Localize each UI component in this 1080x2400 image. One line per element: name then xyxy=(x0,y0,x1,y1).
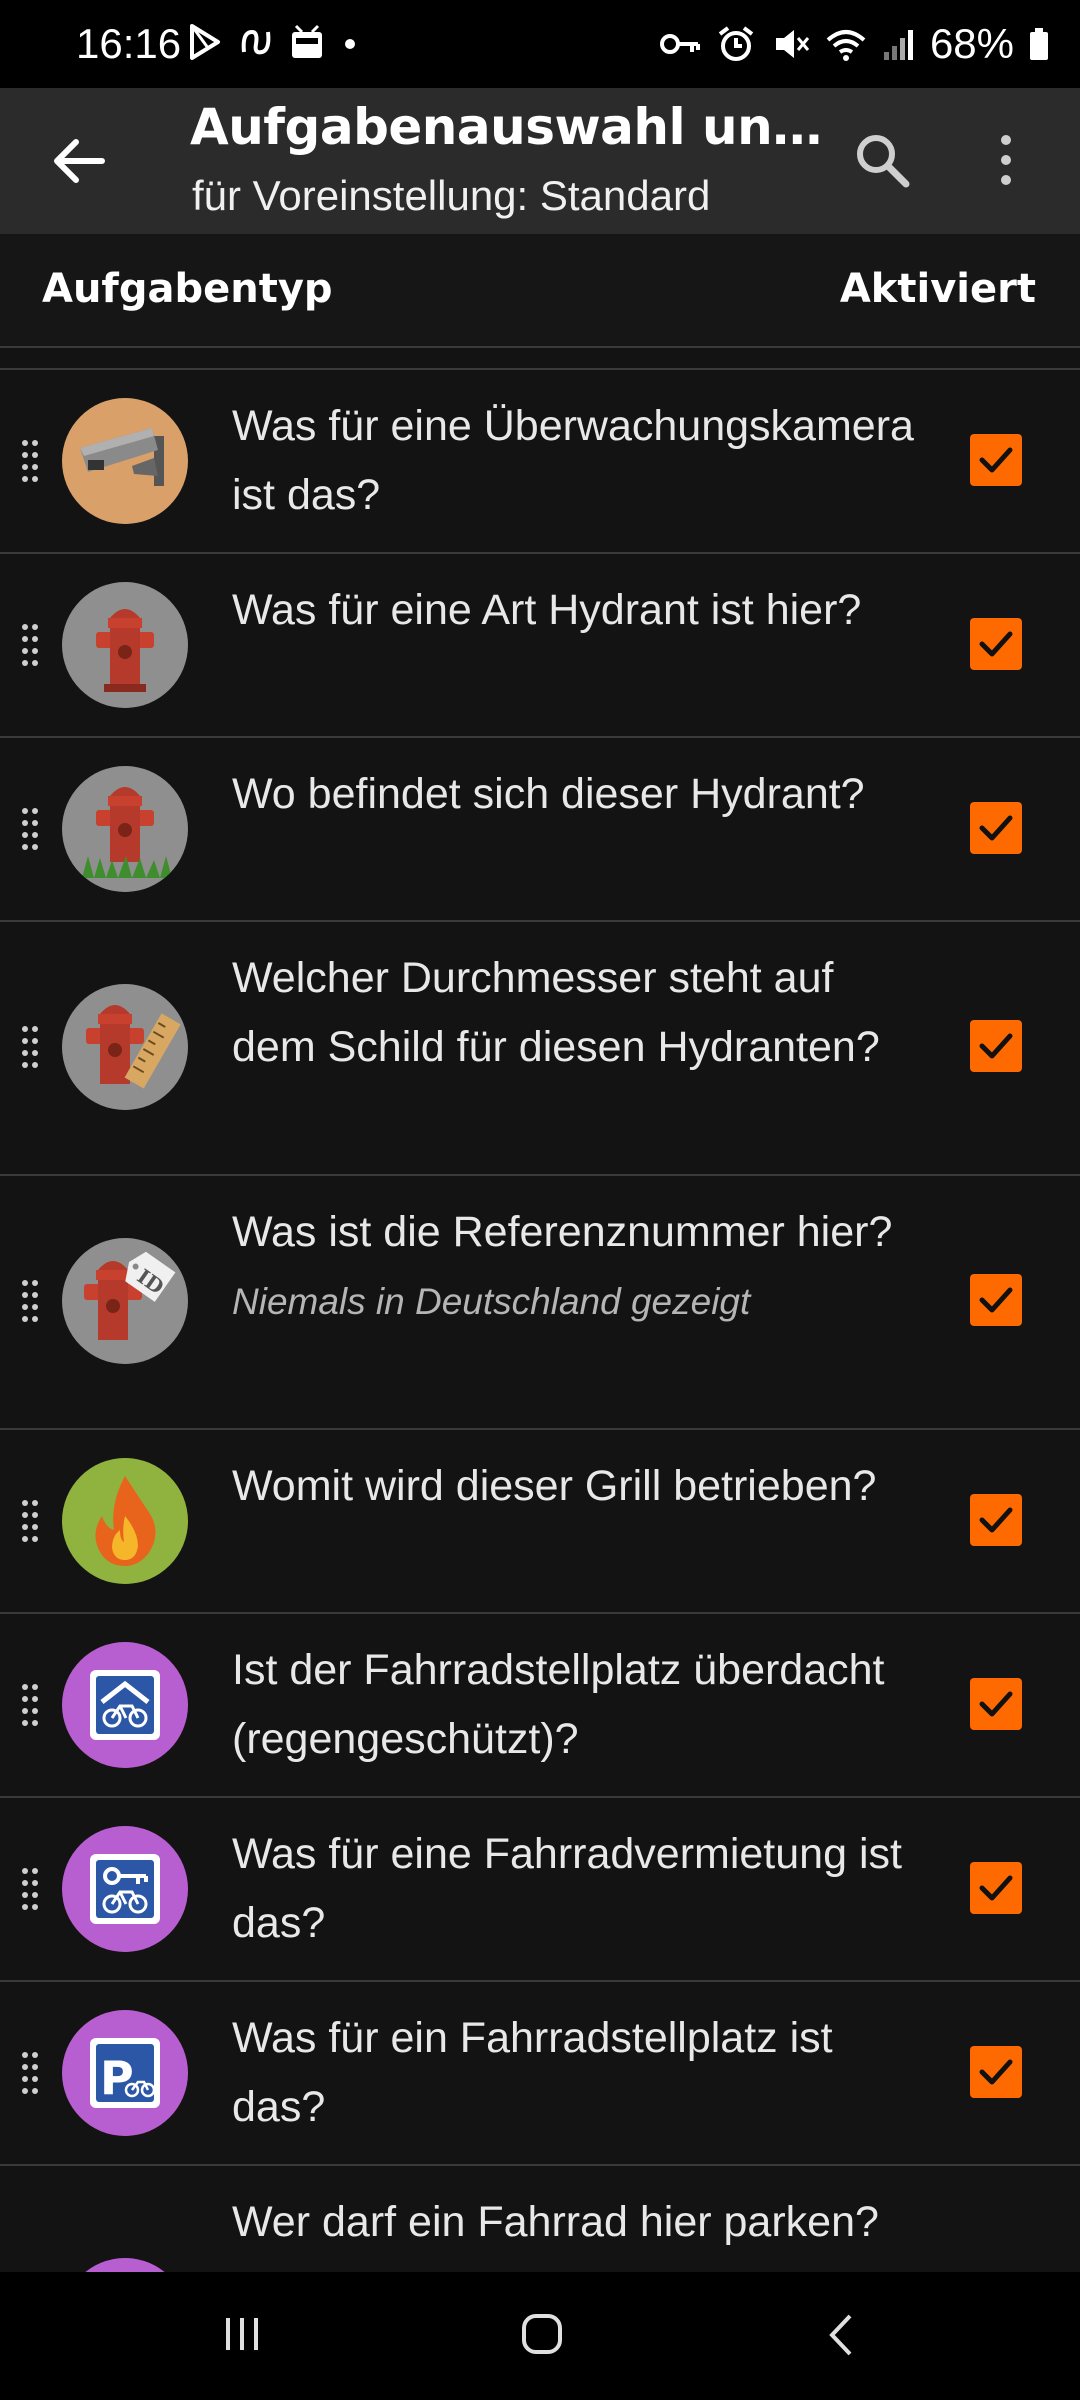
alarm-icon xyxy=(718,26,754,61)
fire-hydrant-grass-icon xyxy=(62,766,188,892)
enabled-checkbox[interactable] xyxy=(970,618,1022,670)
page-title: Aufgabenauswahl und -rei… xyxy=(190,98,830,156)
column-header-enabled: Aktiviert xyxy=(839,266,1036,312)
enabled-checkbox[interactable] xyxy=(970,802,1022,854)
list-item[interactable]: P Was für ein Fahrradstellplatz ist das? xyxy=(0,1982,1080,2166)
notification-icon xyxy=(241,29,271,55)
dot-icon xyxy=(345,39,355,49)
enabled-checkbox[interactable] xyxy=(970,1862,1022,1914)
drag-handle-icon[interactable] xyxy=(20,1682,40,1728)
battery-percent: 68% xyxy=(929,20,1014,67)
battery-icon xyxy=(1030,28,1048,60)
list-item-text: Was für eine Art Hydrant ist hier? xyxy=(232,586,862,634)
list-item-text: Ist der Fahrradstellplatz überdacht (reg… xyxy=(232,1646,885,1763)
back-arrow-icon[interactable] xyxy=(44,126,114,196)
list-item[interactable]: Was für eine Fahrradvermietung ist das? xyxy=(0,1798,1080,1982)
recent-apps-icon[interactable] xyxy=(222,2314,262,2354)
status-right: 68% xyxy=(658,20,1050,68)
app-icon xyxy=(292,24,322,58)
drag-handle-icon[interactable] xyxy=(20,806,40,852)
bicycle-rental-icon xyxy=(62,1826,188,1952)
status-bar: 16:16 68% xyxy=(0,0,1080,88)
signal-icon xyxy=(883,30,913,60)
app-bar: Aufgabenauswahl und -rei… für Voreinstel… xyxy=(0,88,1080,234)
list-item[interactable]: Wo befindet sich dieser Hydrant? xyxy=(0,738,1080,922)
fire-icon xyxy=(62,1458,188,1584)
list-item-text: Was für ein Fahrradstellplatz ist das? xyxy=(232,2014,833,2131)
list-item[interactable]: Welcher Durchmesser steht auf dem Schild… xyxy=(0,922,1080,1176)
enabled-checkbox[interactable] xyxy=(970,1020,1022,1072)
column-header-type: Aufgabentyp xyxy=(42,266,333,312)
key-icon xyxy=(659,34,700,54)
fire-hydrant-icon xyxy=(62,582,188,708)
play-store-icon xyxy=(190,24,220,60)
enabled-checkbox[interactable] xyxy=(970,434,1022,486)
drag-handle-icon[interactable] xyxy=(20,438,40,484)
status-time: 16:16 xyxy=(76,20,182,67)
more-options-icon[interactable] xyxy=(986,128,1026,192)
drag-handle-icon[interactable] xyxy=(20,1498,40,1544)
drag-handle-icon[interactable] xyxy=(20,1278,40,1324)
enabled-checkbox[interactable] xyxy=(970,2046,1022,2098)
enabled-checkbox[interactable] xyxy=(970,1494,1022,1546)
drag-handle-icon[interactable] xyxy=(20,2050,40,2096)
column-header: Aufgabentyp Aktiviert xyxy=(0,234,1080,348)
wifi-icon xyxy=(826,30,866,61)
list-item-text: Wo befindet sich dieser Hydrant? xyxy=(232,770,865,818)
page-subtitle: für Voreinstellung: Standard xyxy=(192,172,711,219)
drag-handle-icon[interactable] xyxy=(20,1024,40,1070)
enabled-checkbox[interactable] xyxy=(970,1678,1022,1730)
navigation-bar xyxy=(0,2272,1080,2400)
svg-text:P: P xyxy=(100,2051,134,2105)
list-item[interactable]: ID Was ist die Referenznummer hier? Niem… xyxy=(0,1176,1080,1430)
list-item-text: Womit wird dieser Grill betrieben? xyxy=(232,1462,877,1510)
list-item[interactable]: Was für eine Überwachungskamera ist das? xyxy=(0,370,1080,554)
drag-handle-icon[interactable] xyxy=(20,622,40,668)
list-item-note: Niemals in Deutschland gezeigt xyxy=(232,1281,751,1322)
list-item-text: Was für eine Fahrradvermietung ist das? xyxy=(232,1830,902,1947)
bicycle-parking-roof-icon xyxy=(62,1642,188,1768)
list-item[interactable]: Womit wird dieser Grill betrieben? xyxy=(0,1430,1080,1614)
search-icon[interactable] xyxy=(850,128,914,192)
bicycle-parking-icon: P xyxy=(62,2010,188,2136)
list-item-text: Was für eine Überwachungskamera ist das? xyxy=(232,402,914,519)
list-item-text: Welcher Durchmesser steht auf dem Schild… xyxy=(232,954,880,1071)
list-item[interactable]: Ist der Fahrradstellplatz überdacht (reg… xyxy=(0,1614,1080,1798)
fire-hydrant-diameter-icon xyxy=(62,984,188,1110)
fire-hydrant-id-icon: ID xyxy=(62,1238,188,1364)
drag-handle-icon[interactable] xyxy=(20,1866,40,1912)
list-item-text-block: Was ist die Referenznummer hier? Niemals… xyxy=(232,1198,922,1337)
status-left-icons xyxy=(186,22,360,62)
mute-icon xyxy=(775,30,810,58)
list-item[interactable]: Was für eine Art Hydrant ist hier? xyxy=(0,554,1080,738)
nav-back-icon[interactable] xyxy=(826,2312,856,2358)
home-icon[interactable] xyxy=(520,2312,564,2356)
surveillance-camera-icon xyxy=(62,398,188,524)
list-item-text: Was ist die Referenznummer hier? xyxy=(232,1208,893,1256)
enabled-checkbox[interactable] xyxy=(970,1274,1022,1326)
quest-list: Was für eine Überwachungskamera ist das?… xyxy=(0,370,1080,2384)
